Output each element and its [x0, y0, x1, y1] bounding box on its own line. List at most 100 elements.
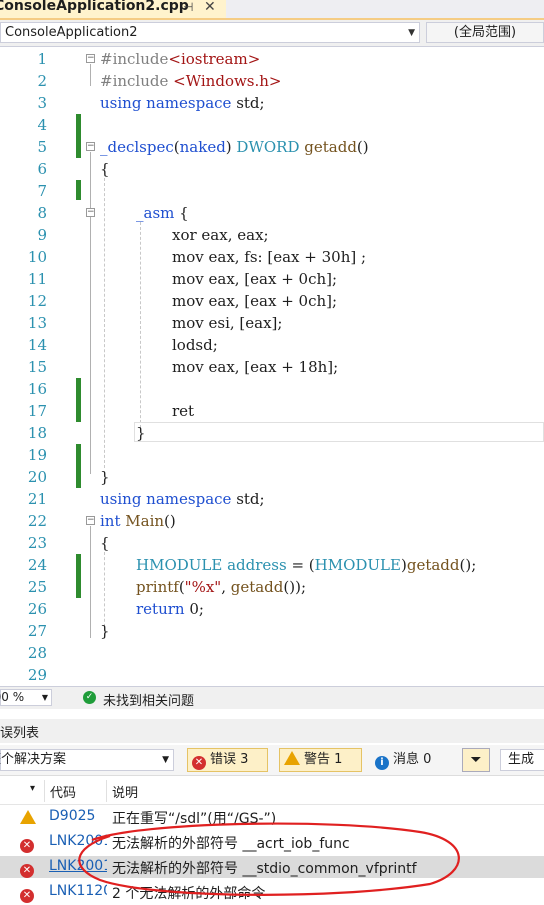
code-line: xor eax, eax; — [172, 226, 269, 244]
document-tab-bar: ConsoleApplication2.cpp ⊣ ✕ — [0, 0, 544, 20]
line-number: 23 — [27, 534, 47, 552]
errors-filter-button[interactable]: ✕ 错误 3 — [187, 748, 268, 772]
pin-icon[interactable]: ⊣ — [183, 0, 193, 14]
change-indicator — [76, 114, 81, 158]
change-indicator — [76, 554, 81, 598]
error-list-header: 错误列表 — [0, 719, 544, 743]
column-header-code[interactable]: 代码 — [50, 782, 76, 801]
code-line: return 0; — [136, 600, 204, 618]
build-filter-dropdown[interactable]: 生成 — [500, 749, 544, 771]
line-number: 19 — [27, 446, 47, 464]
error-list-row[interactable]: ✕ LNK1120 2 个无法解析的外部命令 — [0, 881, 544, 903]
messages-filter-button[interactable]: i 消息 0 — [370, 748, 450, 772]
line-number: 14 — [27, 336, 47, 354]
line-number: 10 — [27, 248, 47, 266]
code-line: mov eax, [eax + 0ch]; — [172, 292, 338, 310]
warnings-filter-button[interactable]: 警告 1 — [279, 748, 362, 772]
collapse-toggle[interactable]: − — [86, 142, 95, 151]
line-number: 11 — [27, 270, 47, 288]
line-number: 2 — [37, 72, 47, 90]
line-number: 18 — [27, 424, 47, 442]
code-line: lodsd; — [172, 336, 218, 354]
close-icon[interactable]: ✕ — [204, 0, 216, 15]
line-number: 15 — [27, 358, 47, 376]
line-number: 12 — [27, 292, 47, 310]
error-code[interactable]: LNK1120 — [49, 883, 107, 899]
column-header-description[interactable]: 说明 — [112, 782, 138, 801]
error-list-row[interactable]: D9025 正在重写“/sdl”(用“/GS-”) — [0, 806, 544, 828]
info-icon: i — [375, 756, 389, 770]
line-number: 1 — [37, 50, 47, 68]
code-line: { — [100, 534, 110, 552]
code-line: _declspec(naked) DWORD getadd() — [100, 138, 369, 156]
sort-icon[interactable]: ▾ — [30, 783, 35, 794]
column-divider — [106, 780, 107, 802]
warning-icon — [20, 810, 36, 826]
error-icon: ✕ — [192, 756, 206, 770]
fold-line — [90, 526, 91, 638]
collapse-toggle[interactable]: − — [86, 516, 95, 525]
code-line: #include<iostream> — [100, 50, 261, 68]
chevron-down-icon: ▼ — [408, 28, 415, 38]
line-number: 24 — [27, 556, 47, 574]
filter-icon[interactable]: ⏷ — [462, 748, 490, 772]
code-line: mov eax, [eax + 18h]; — [172, 358, 339, 376]
line-number: 3 — [37, 94, 47, 112]
chevron-down-icon: ▼ — [162, 755, 169, 765]
code-line: ret — [172, 402, 195, 420]
error-list-row[interactable]: ✕ LNK2001 无法解析的外部符号 __stdio_common_vfpri… — [0, 856, 544, 878]
collapse-toggle[interactable]: − — [86, 54, 95, 63]
navigation-bar: ConsoleApplication2 ▼ (全局范围) — [0, 20, 544, 47]
line-number: 26 — [27, 600, 47, 618]
code-line: _asm { — [136, 204, 189, 222]
error-code[interactable]: LNK2001 — [49, 858, 107, 874]
line-number: 16 — [27, 380, 47, 398]
current-line-highlight — [134, 422, 544, 442]
warning-icon — [284, 751, 300, 765]
change-indicator — [76, 444, 81, 488]
line-number: 5 — [37, 138, 47, 156]
change-indicator — [76, 180, 81, 200]
error-icon: ✕ — [20, 860, 34, 878]
error-list-column-headers: ▾ 代码 说明 — [0, 778, 544, 805]
code-line: mov esi, [eax]; — [172, 314, 283, 332]
error-description: 2 个无法解析的外部命令 — [112, 886, 266, 902]
zoom-dropdown[interactable]: 100 % ▼ — [0, 689, 52, 706]
scope-dropdown[interactable]: (全局范围) — [426, 22, 544, 43]
code-line: printf("%x", getadd()); — [136, 578, 307, 596]
code-editor[interactable]: 1 2 3 4 5 6 7 8 9 10 11 12 13 14 15 16 1… — [0, 47, 544, 685]
line-number: 27 — [27, 622, 47, 640]
line-number: 13 — [27, 314, 47, 332]
error-description: 无法解析的外部符号 __stdio_common_vfprintf — [112, 861, 417, 877]
error-code[interactable]: LNK2001 — [49, 833, 107, 849]
line-number: 20 — [27, 468, 47, 486]
code-line: } — [100, 468, 110, 486]
project-name: ConsoleApplication2 — [5, 25, 138, 40]
tab-title: ConsoleApplication2.cpp — [0, 0, 189, 14]
indent-guide — [140, 222, 141, 428]
indent-guide — [104, 178, 105, 468]
code-line: } — [136, 424, 146, 442]
error-code[interactable]: D9025 — [49, 808, 107, 824]
zoom-level: 100 % — [0, 690, 25, 704]
scope-filter-dropdown[interactable]: 整个解决方案 ▼ — [0, 749, 174, 771]
line-number: 6 — [37, 160, 47, 178]
error-list-row[interactable]: ✕ LNK2001 无法解析的外部符号 __acrt_iob_func — [0, 831, 544, 853]
error-icon: ✕ — [20, 835, 34, 853]
issues-status[interactable]: 未找到相关问题 — [103, 690, 194, 709]
line-number: 9 — [37, 226, 47, 244]
error-list-toolbar: 整个解决方案 ▼ ✕错误 3 警告 1 i消息 0 ⏷ 生成 — [0, 745, 544, 776]
line-number: 25 — [27, 578, 47, 596]
code-line: mov eax, fs: [eax + 30h] ; — [172, 248, 367, 266]
fold-line — [90, 152, 91, 474]
editor-status-bar: 100 % ▼ ✓ 未找到相关问题 — [0, 686, 544, 709]
collapse-toggle[interactable]: − — [86, 208, 95, 217]
panel-title: 错误列表 — [0, 726, 40, 741]
line-number: 17 — [27, 402, 47, 420]
check-circle-icon: ✓ — [83, 691, 96, 704]
error-description: 无法解析的外部符号 __acrt_iob_func — [112, 836, 350, 852]
scope-filter-value: 整个解决方案 — [0, 752, 67, 767]
document-tab[interactable]: ConsoleApplication2.cpp ⊣ ✕ — [0, 0, 226, 18]
line-number: 4 — [37, 116, 47, 134]
project-dropdown[interactable]: ConsoleApplication2 ▼ — [0, 22, 420, 43]
